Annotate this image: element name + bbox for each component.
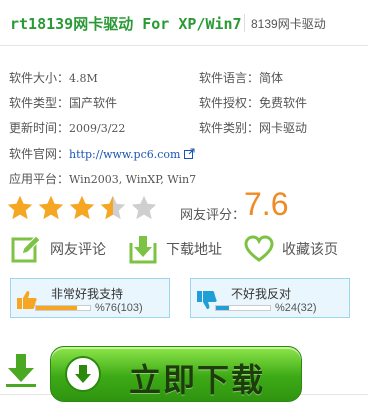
review-label: 网友评论 bbox=[50, 241, 106, 257]
page-title: rt18139网卡驱动 For XP/Win7 bbox=[10, 15, 242, 33]
language-row: 软件语言：简体 bbox=[199, 71, 283, 85]
page-subtitle: 8139网卡驱动 bbox=[251, 17, 326, 31]
update-label: 更新时间： bbox=[9, 121, 70, 135]
rating-stars bbox=[6, 194, 158, 222]
oppose-vote[interactable]: 不好我反对 %24(32) bbox=[190, 278, 350, 318]
size-row: 软件大小：4.8M bbox=[9, 71, 98, 86]
type-value: 国产软件 bbox=[69, 96, 118, 110]
platform-value: Win2003, WinXP, Win7 bbox=[69, 173, 197, 186]
download-now-label: 立即下载 bbox=[129, 362, 266, 398]
category-row: 软件类别：网卡驱动 bbox=[199, 121, 307, 135]
oppose-bar bbox=[215, 305, 271, 311]
platform-row: 应用平台：Win2003, WinXP, Win7 bbox=[9, 172, 196, 187]
star-empty-icon bbox=[131, 195, 157, 220]
download-now-button[interactable]: 立即下载 bbox=[50, 346, 302, 402]
title-divider bbox=[244, 14, 245, 32]
rating-label: 网友评分： bbox=[180, 207, 246, 222]
oppose-bar-fill bbox=[216, 306, 229, 310]
platform-label: 应用平台： bbox=[9, 172, 70, 186]
update-row: 更新时间：2009/3/22 bbox=[9, 121, 125, 136]
star-half-icon bbox=[100, 195, 126, 220]
download-circle-icon bbox=[65, 356, 101, 392]
star-full-icon bbox=[7, 195, 33, 220]
title-bar: rt18139网卡驱动 For XP/Win7 8139网卡驱动 bbox=[0, 0, 368, 46]
website-label: 软件官网： bbox=[9, 147, 70, 161]
website-row: 软件官网：http://www.pc6.com bbox=[9, 147, 195, 162]
edit-icon bbox=[11, 235, 41, 263]
favorite-label: 收藏该页 bbox=[282, 241, 338, 257]
license-label: 软件授权： bbox=[199, 96, 260, 110]
website-link[interactable]: http://www.pc6.com bbox=[69, 148, 180, 161]
type-label: 软件类型： bbox=[9, 96, 70, 110]
license-value: 免费软件 bbox=[259, 96, 308, 110]
support-label: 非常好我支持 bbox=[51, 287, 124, 301]
download-address-button[interactable]: 下载地址 bbox=[128, 233, 222, 265]
category-value: 网卡驱动 bbox=[259, 121, 308, 135]
support-bar-fill bbox=[36, 306, 78, 310]
type-row: 软件类型：国产软件 bbox=[9, 96, 117, 110]
favorite-button[interactable]: 收藏该页 bbox=[244, 233, 338, 265]
oppose-label: 不好我反对 bbox=[231, 287, 292, 301]
star-full-icon bbox=[38, 195, 64, 220]
download-address-label: 下载地址 bbox=[166, 241, 222, 257]
download-arrow-icon bbox=[6, 354, 36, 387]
update-value: 2009/3/22 bbox=[69, 122, 126, 135]
language-label: 软件语言： bbox=[199, 71, 260, 85]
size-label: 软件大小： bbox=[9, 71, 70, 85]
heart-icon bbox=[244, 235, 274, 262]
language-value: 简体 bbox=[259, 71, 284, 85]
download-arrow-icon bbox=[129, 236, 157, 264]
oppose-percent: %24(32) bbox=[275, 302, 317, 314]
license-row: 软件授权：免费软件 bbox=[199, 96, 307, 110]
rating-score: 7.6 bbox=[244, 186, 289, 222]
support-percent: %76(103) bbox=[95, 302, 143, 314]
support-bar bbox=[35, 305, 91, 311]
support-vote[interactable]: 非常好我支持 %76(103) bbox=[10, 278, 170, 318]
star-full-icon bbox=[69, 195, 95, 220]
review-button[interactable]: 网友评论 bbox=[10, 233, 106, 265]
size-value: 4.8M bbox=[69, 72, 98, 85]
external-link-icon[interactable] bbox=[183, 147, 195, 161]
category-label: 软件类别： bbox=[199, 121, 260, 135]
